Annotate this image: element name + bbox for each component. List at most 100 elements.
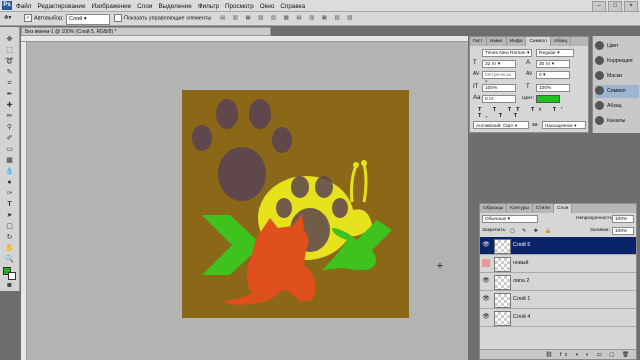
layer-row[interactable]: новый <box>480 255 636 273</box>
autoselect-dropdown[interactable]: Слой ▾ <box>66 14 110 25</box>
move-tool-icon[interactable]: ✥▾ <box>4 14 18 23</box>
menu-filter[interactable]: Фильтр <box>198 3 219 10</box>
language-select[interactable]: Английский: США ▾ <box>473 121 529 129</box>
autoselect-checkbox[interactable]: ✓ <box>24 14 32 22</box>
font-style-select[interactable]: Regular ▾ <box>536 49 574 57</box>
dock-item-masks[interactable]: Маски <box>595 70 639 83</box>
dock-item-color[interactable]: Цвет <box>595 40 639 53</box>
fill-field[interactable]: 100% <box>612 227 634 235</box>
text-style-buttons[interactable]: T T TT Tr T' T, T T <box>478 107 588 119</box>
tab-swatches[interactable]: Образцы <box>480 204 508 213</box>
quick-mask-icon[interactable]: ◙ <box>4 281 15 290</box>
close-button[interactable]: × <box>624 1 638 12</box>
canvas[interactable] <box>182 90 409 318</box>
channels-icon <box>595 116 604 126</box>
tab-histogram[interactable]: Гист <box>470 37 487 46</box>
tab-paragraph[interactable]: Абзац <box>551 37 572 46</box>
horizontal-scale-field[interactable]: 100% <box>536 84 570 92</box>
tab-character[interactable]: Символ <box>526 37 551 46</box>
show-controls-checkbox[interactable] <box>114 14 122 22</box>
eye-icon[interactable]: 👁 <box>482 313 490 321</box>
eye-icon[interactable] <box>482 259 490 267</box>
minimize-button[interactable]: – <box>592 1 606 12</box>
menu-select[interactable]: Выделение <box>158 3 191 10</box>
background-color-swatch[interactable] <box>8 272 16 280</box>
tab-styles[interactable]: Стили <box>533 204 554 213</box>
menu-edit[interactable]: Редактирование <box>37 3 85 10</box>
quick-select-tool-icon[interactable]: ✎ <box>4 68 15 77</box>
healing-tool-icon[interactable]: ✚ <box>4 101 15 110</box>
tracking-field[interactable]: 0 ▾ <box>536 71 570 79</box>
horizontal-scale-icon: T <box>526 84 530 90</box>
eyedropper-tool-icon[interactable]: ✒ <box>4 90 15 99</box>
layer-row[interactable]: 👁 Слой 5 <box>480 237 636 255</box>
vertical-scale-field[interactable]: 100% <box>482 84 516 92</box>
tab-layers[interactable]: Слои <box>553 204 573 213</box>
dock-item-paragraph[interactable]: Абзац <box>595 100 639 113</box>
menu-view[interactable]: Просмотр <box>225 3 254 10</box>
dock-item-channels[interactable]: Каналы <box>595 115 639 128</box>
history-brush-tool-icon[interactable]: ✐ <box>4 134 15 143</box>
zoom-tool-icon[interactable]: 🔍 <box>4 255 15 264</box>
font-family-select[interactable]: Times New Roman ▾ <box>482 49 532 57</box>
marquee-tool-icon[interactable]: ⬚ <box>4 46 15 55</box>
tab-navigator[interactable]: Навиг <box>487 37 507 46</box>
eraser-tool-icon[interactable]: ▭ <box>4 145 15 154</box>
color-icon <box>595 41 604 51</box>
gradient-tool-icon[interactable]: ▦ <box>4 156 15 165</box>
layer-row[interactable]: 👁 лапа 2 <box>480 273 636 291</box>
blur-tool-icon[interactable]: 💧 <box>4 167 15 176</box>
move-tool-icon[interactable]: ✥ <box>4 35 15 44</box>
layer-row[interactable]: 👁 Слой 4 <box>480 309 636 327</box>
tab-paths[interactable]: Контуры <box>507 204 533 213</box>
character-icon <box>595 86 604 96</box>
type-tool-icon[interactable]: T <box>4 200 15 209</box>
brush-tool-icon[interactable]: ✏ <box>4 112 15 121</box>
options-bar: ✥▾ ✓ Автовыбор: Слой ▾ Показать управляющ… <box>0 12 640 26</box>
lock-buttons[interactable]: ▢ ✎ ✥ 🔒 <box>510 227 555 235</box>
eye-icon[interactable]: 👁 <box>482 277 490 285</box>
blend-mode-select[interactable]: Обычные ▾ <box>482 215 538 223</box>
menu-layers[interactable]: Слои <box>137 3 152 10</box>
layer-name: новый <box>513 260 529 266</box>
maximize-button[interactable]: □ <box>608 1 622 12</box>
lock-label: Закрепить: <box>482 228 507 233</box>
text-color-swatch[interactable] <box>536 95 560 103</box>
font-size-field[interactable]: 32 пт ▾ <box>482 60 516 68</box>
eye-icon[interactable]: 👁 <box>482 295 490 303</box>
layer-thumbnail <box>494 311 511 326</box>
antialias-icon: aa <box>532 122 538 128</box>
path-select-tool-icon[interactable]: ➤ <box>4 211 15 220</box>
layers-footer-buttons[interactable]: ⛓ fx ◑ ◐ ▭ ▢ 🗑 <box>480 349 636 359</box>
align-buttons[interactable]: ▤ ▥ ▦ ▧ ▨ ▩ ▤ ▥ ▦ ▧ ▨ <box>220 14 460 23</box>
cursor-icon: ✛ <box>437 263 443 270</box>
show-controls-label: Показать управляющие элементы <box>124 15 212 22</box>
antialias-select[interactable]: Насыщенное ▾ <box>542 121 586 129</box>
kerning-field[interactable]: Метрически ▾ <box>482 71 516 85</box>
menu-file[interactable]: Файл <box>16 3 31 10</box>
stamp-tool-icon[interactable]: ⚲ <box>4 123 15 132</box>
dock-item-character[interactable]: Символ <box>595 85 639 98</box>
menu-window[interactable]: Окно <box>260 3 275 10</box>
lasso-tool-icon[interactable]: ➰ <box>4 57 15 66</box>
dock-item-adjustments[interactable]: Коррекция <box>595 55 639 68</box>
pen-tool-icon[interactable]: ✑ <box>4 189 15 198</box>
document-tab[interactable]: Без имени-1 @ 100% (Слой 5, RGB/8) * <box>21 27 271 36</box>
eye-icon[interactable]: 👁 <box>482 241 490 249</box>
baseline-field[interactable]: 0 пт <box>482 95 516 103</box>
leading-field[interactable]: 30 пт ▾ <box>536 60 570 68</box>
layers-panel-tabs: Образцы Контуры Стили Слои <box>480 204 636 213</box>
menu-bar: Ps Файл Редактирование Изображение Слои … <box>0 0 640 12</box>
tab-info[interactable]: Инфо <box>507 37 527 46</box>
menu-help[interactable]: Справка <box>280 3 305 10</box>
menu-image[interactable]: Изображение <box>91 3 131 10</box>
opacity-field[interactable]: 100% <box>612 215 634 223</box>
baseline-icon: Aa <box>473 95 481 101</box>
crop-tool-icon[interactable]: ⌗ <box>4 79 15 88</box>
layer-row[interactable]: 👁 Слой 1 <box>480 291 636 309</box>
3d-rotate-tool-icon[interactable]: ↻ <box>4 233 15 242</box>
shape-tool-icon[interactable]: ▢ <box>4 222 15 231</box>
character-panel: Гист Навиг Инфо Символ Абзац Times New R… <box>469 36 589 133</box>
dodge-tool-icon[interactable]: ● <box>4 178 15 187</box>
hand-tool-icon[interactable]: ✋ <box>4 244 15 253</box>
